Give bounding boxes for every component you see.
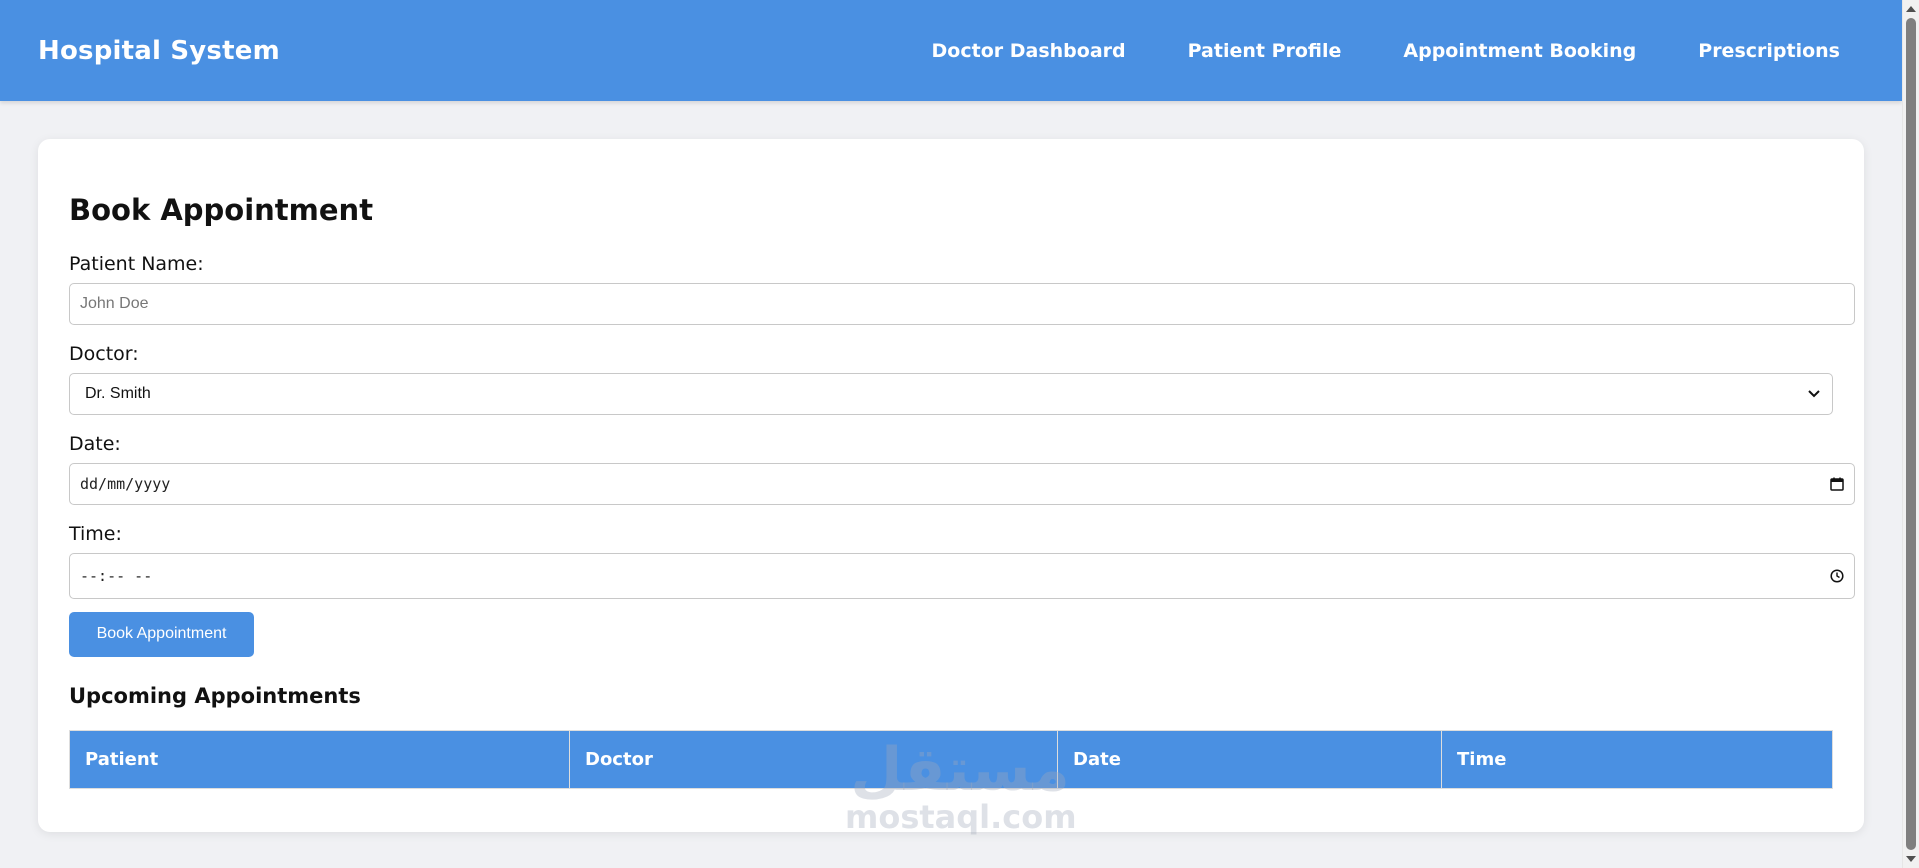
top-navbar: Hospital System Doctor Dashboard Patient… bbox=[0, 0, 1902, 101]
date-value: dd/mm/yyyy bbox=[80, 474, 171, 493]
time-value: --:-- -- bbox=[80, 566, 153, 585]
nav-links: Doctor Dashboard Patient Profile Appoint… bbox=[870, 40, 1840, 62]
scroll-down-arrow-icon[interactable] bbox=[1906, 856, 1916, 862]
brand-title[interactable]: Hospital System bbox=[38, 36, 280, 66]
book-appointment-button[interactable]: Book Appointment bbox=[69, 611, 254, 657]
chevron-down-icon bbox=[1808, 390, 1820, 398]
patient-name-input[interactable]: John Doe bbox=[69, 282, 1855, 325]
date-label: Date: bbox=[69, 432, 121, 455]
time-label: Time: bbox=[69, 522, 122, 545]
page: Hospital System Doctor Dashboard Patient… bbox=[0, 0, 1919, 868]
upcoming-appointments-title: Upcoming Appointments bbox=[69, 683, 361, 708]
appointments-table: Patient Doctor Date Time bbox=[69, 729, 1833, 789]
appointment-card: Book Appointment Patient Name: John Doe … bbox=[38, 139, 1864, 832]
scroll-up-arrow-icon[interactable] bbox=[1906, 6, 1916, 12]
column-header-doctor: Doctor bbox=[569, 729, 1058, 789]
clock-icon[interactable] bbox=[1830, 569, 1844, 583]
nav-link-appointment-booking[interactable]: Appointment Booking bbox=[1403, 40, 1636, 62]
column-header-time: Time bbox=[1441, 729, 1833, 789]
date-input[interactable]: dd/mm/yyyy bbox=[69, 462, 1855, 505]
nav-link-doctor-dashboard[interactable]: Doctor Dashboard bbox=[932, 40, 1126, 62]
calendar-icon[interactable] bbox=[1830, 477, 1844, 491]
doctor-label: Doctor: bbox=[69, 342, 139, 365]
vertical-scrollbar[interactable] bbox=[1902, 0, 1919, 868]
doctor-selected-value: Dr. Smith bbox=[85, 384, 151, 402]
scrollbar-thumb[interactable] bbox=[1906, 18, 1916, 850]
time-input[interactable]: --:-- -- bbox=[69, 552, 1855, 599]
column-header-patient: Patient bbox=[69, 729, 570, 789]
table-header-row: Patient Doctor Date Time bbox=[69, 729, 1833, 789]
column-header-date: Date bbox=[1057, 729, 1442, 789]
doctor-select[interactable]: Dr. Smith bbox=[69, 372, 1833, 415]
page-title: Book Appointment bbox=[69, 193, 374, 227]
nav-link-patient-profile[interactable]: Patient Profile bbox=[1188, 40, 1342, 62]
patient-name-label: Patient Name: bbox=[69, 253, 204, 275]
nav-link-prescriptions[interactable]: Prescriptions bbox=[1698, 40, 1840, 62]
patient-name-placeholder: John Doe bbox=[80, 294, 149, 312]
